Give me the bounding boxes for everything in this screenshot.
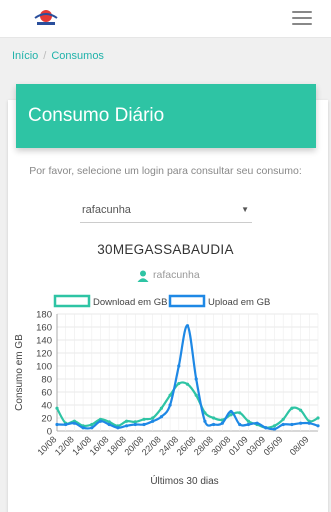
data-point [177,364,181,368]
data-point [81,426,85,430]
data-point [159,406,163,410]
data-point [272,424,277,428]
data-point [151,419,155,423]
data-point [90,422,94,427]
data-point [125,424,129,428]
data-point [229,409,233,414]
y-tick-label: 160 [36,323,52,334]
data-point [212,416,216,420]
data-point [307,421,311,425]
data-point [133,422,137,427]
x-tick-label: 10/08 [35,434,58,457]
x-tick-label: 03/09 [244,434,267,457]
x-tick-label: 08/09 [288,434,311,457]
data-point [55,422,59,427]
data-point [159,415,163,419]
page-title: Consumo Diário [28,105,165,126]
breadcrumb: Início / Consumos [12,50,104,62]
data-point [98,419,103,423]
x-tick-label: 12/08 [53,434,76,457]
login-prompt-text: Por favor, selecione um login para consu… [29,165,302,177]
y-tick-label: 120 [36,349,52,360]
x-axis-title: Últimos 30 dias [150,474,218,487]
menu-icon[interactable] [292,11,312,26]
data-point [290,422,294,427]
data-point [281,417,285,421]
plan-name: 30MEGASSABAUDIA [97,242,234,257]
breadcrumb-home-link[interactable]: Início [12,50,38,62]
legend-swatch [168,294,206,308]
x-tick-label: 18/08 [105,434,128,457]
user-icon [137,270,149,282]
x-tick-label: 14/08 [70,434,93,457]
legend-label: Upload em GB [208,297,270,308]
data-point [299,408,303,412]
data-point [151,416,155,420]
data-point [185,324,190,328]
data-point [281,422,285,427]
y-tick-label: 40 [41,401,52,412]
data-point [220,421,224,425]
data-point [168,393,172,397]
data-point [238,411,242,415]
login-select[interactable]: rafacunha ▼ [80,199,252,223]
data-point [272,427,277,431]
data-point [246,422,250,427]
card-header: Consumo Diário [16,84,316,148]
data-point [203,419,207,423]
y-tick-label: 20 [41,414,52,425]
data-point [290,406,294,410]
data-point [142,417,146,421]
user-name: rafacunha [153,269,200,281]
y-tick-label: 140 [36,336,52,347]
breadcrumb-separator: / [43,50,47,62]
data-point [212,422,216,427]
x-tick-label: 20/08 [122,434,145,457]
y-axis-title: Consumo em GB [14,334,25,411]
x-tick-label: 01/09 [227,434,250,457]
data-point [194,393,198,397]
x-tick-label: 26/08 [175,434,198,457]
data-point [194,377,198,381]
x-tick-label: 16/08 [88,434,111,457]
legend-label: Download em GB [93,297,167,308]
y-tick-label: 100 [36,362,52,373]
data-point [90,426,94,430]
daily-consumption-chart: 02040608010012014016018010/0812/0814/081… [14,294,320,487]
data-point [316,424,320,428]
data-point [264,426,268,430]
breadcrumb-consumos-link[interactable]: Consumos [51,50,104,62]
x-tick-label: 28/08 [192,434,215,457]
data-point [107,422,111,427]
x-tick-label: 05/09 [262,434,285,457]
x-tick-label: 30/08 [209,434,232,457]
data-point [255,421,259,425]
top-navbar [0,0,331,38]
brand-logo[interactable] [32,6,60,32]
data-point [299,421,303,425]
data-point [125,419,129,423]
data-point [64,422,68,427]
chevron-down-icon: ▼ [241,205,249,214]
data-point [72,421,76,425]
x-tick-label: 24/08 [157,434,180,457]
x-tick-label: 22/08 [140,434,163,457]
y-tick-label: 80 [41,375,52,386]
y-tick-label: 180 [36,310,52,321]
login-select-value: rafacunha [82,204,131,216]
data-point [246,419,250,423]
data-point [168,403,172,407]
data-point [316,416,320,420]
data-point [185,382,190,386]
data-point [177,381,181,386]
data-point [116,426,120,430]
legend-swatch [53,294,91,308]
y-tick-label: 60 [41,388,52,399]
data-point [142,422,146,427]
data-point [55,406,59,410]
data-point [238,422,242,427]
